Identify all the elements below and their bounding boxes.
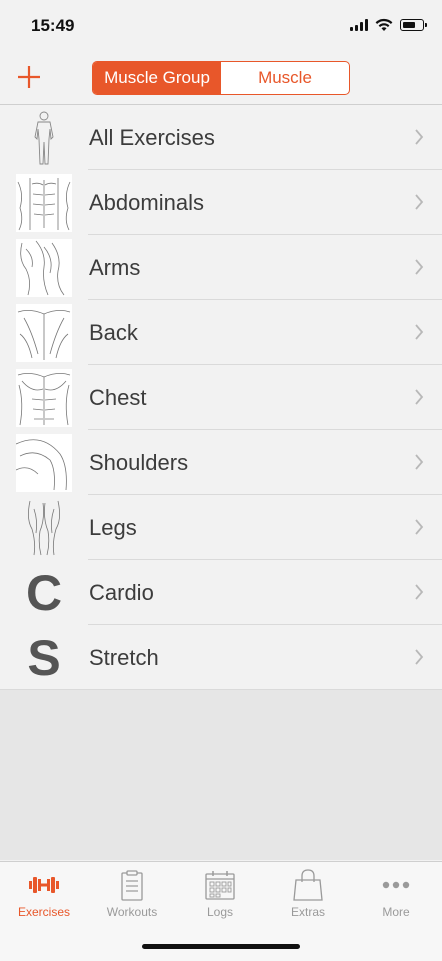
chevron-right-icon xyxy=(415,194,424,210)
view-mode-segmented-control: Muscle Group Muscle xyxy=(92,61,350,95)
chevron-right-icon xyxy=(415,454,424,470)
tab-label: Extras xyxy=(290,905,325,919)
list-item-label: Stretch xyxy=(89,644,159,670)
status-bar: 15:49 xyxy=(0,0,442,54)
status-icons xyxy=(350,18,427,32)
list-item-legs[interactable]: Legs xyxy=(0,495,442,560)
shoulders-icon xyxy=(16,433,72,492)
legs-icon xyxy=(16,499,72,557)
list-item-label: Back xyxy=(89,319,138,345)
list-item-arms[interactable]: Arms xyxy=(0,235,442,300)
list-item-label: Cardio xyxy=(89,579,154,605)
chevron-right-icon xyxy=(415,389,424,405)
list-item-stretch[interactable]: S Stretch xyxy=(0,625,442,690)
add-icon[interactable] xyxy=(16,62,42,92)
letter-c-icon: C xyxy=(16,564,72,622)
muscle-group-list: All Exercises Abdominals Arms Back Chest… xyxy=(0,105,442,690)
thumbnail-letter: S xyxy=(27,629,61,686)
wifi-icon xyxy=(375,18,393,31)
status-time: 15:49 xyxy=(31,16,75,35)
battery-icon xyxy=(400,19,427,31)
chevron-right-icon xyxy=(415,649,424,665)
tab-extras[interactable]: Extras xyxy=(264,868,352,922)
chevron-right-icon xyxy=(415,259,424,275)
back-icon xyxy=(16,303,72,362)
cellular-signal-icon xyxy=(350,19,368,31)
shopping-bag-icon xyxy=(293,869,323,901)
list-item-back[interactable]: Back xyxy=(0,300,442,365)
chevron-right-icon xyxy=(415,519,424,535)
home-indicator xyxy=(142,944,300,949)
tab-label: More xyxy=(382,905,410,919)
chevron-right-icon xyxy=(415,129,424,145)
tab-workouts[interactable]: Workouts xyxy=(88,868,176,922)
tab-logs[interactable]: Logs xyxy=(176,868,264,922)
list-item-label: Legs xyxy=(89,514,137,540)
list-item-label: All Exercises xyxy=(89,124,215,150)
tab-more[interactable]: More xyxy=(352,868,440,922)
abdominals-icon xyxy=(16,173,72,232)
clipboard-icon xyxy=(121,870,143,901)
list-item-abdominals[interactable]: Abdominals xyxy=(0,170,442,235)
segment-muscle-group[interactable]: Muscle Group xyxy=(93,62,221,94)
dumbbell-icon xyxy=(29,877,59,893)
chevron-right-icon xyxy=(415,324,424,340)
more-dots-icon xyxy=(382,881,410,889)
letter-s-icon: S xyxy=(16,629,72,687)
body-figure-icon xyxy=(16,109,72,167)
list-item-label: Chest xyxy=(89,384,147,410)
list-item-label: Shoulders xyxy=(89,449,189,475)
empty-list-area xyxy=(0,690,442,860)
list-item-label: Abdominals xyxy=(89,189,204,215)
list-item-label: Arms xyxy=(89,254,141,280)
thumbnail-letter: C xyxy=(25,564,63,621)
list-item-all-exercises[interactable]: All Exercises xyxy=(0,105,442,170)
list-item-cardio[interactable]: C Cardio xyxy=(0,560,442,625)
list-item-shoulders[interactable]: Shoulders xyxy=(0,430,442,495)
tab-label: Logs xyxy=(206,905,234,919)
chevron-right-icon xyxy=(415,584,424,600)
arms-icon xyxy=(16,238,72,297)
calendar-icon xyxy=(205,871,235,900)
list-item-chest[interactable]: Chest xyxy=(0,365,442,430)
tab-exercises[interactable]: Exercises xyxy=(0,868,88,922)
segment-muscle[interactable]: Muscle xyxy=(221,62,349,94)
tab-label: Workouts xyxy=(106,905,158,919)
nav-bar: Muscle Group Muscle xyxy=(0,54,442,105)
tab-label: Exercises xyxy=(17,905,70,919)
chest-icon xyxy=(16,368,72,427)
